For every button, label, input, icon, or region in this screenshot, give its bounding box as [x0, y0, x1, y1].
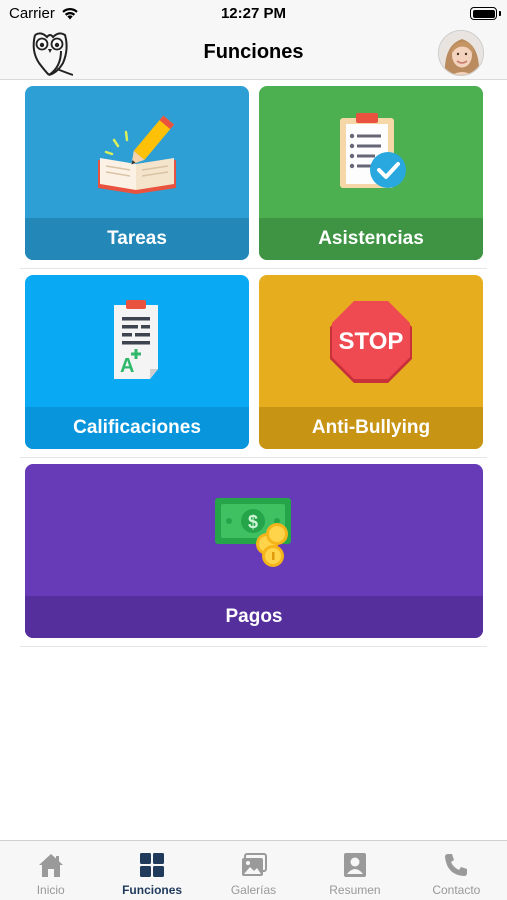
phone-icon	[445, 854, 468, 876]
tile-anti-bullying-label: Anti-Bullying	[259, 407, 483, 449]
grid-icon	[140, 853, 165, 877]
tab-inicio[interactable]: Inicio	[0, 841, 101, 900]
tile-tareas-label: Tareas	[25, 218, 249, 260]
page-title: Funciones	[203, 41, 304, 63]
tile-tareas[interactable]: Tareas	[25, 86, 249, 260]
tile-pagos-label: Pagos	[25, 596, 483, 638]
tile-asistencias-label: Asistencias	[259, 218, 483, 260]
tab-resumen-label: Resumen	[329, 883, 381, 897]
money-coins-icon: $	[215, 498, 291, 567]
notebook-pencil-icon	[98, 115, 176, 194]
tab-inicio-label: Inicio	[36, 883, 65, 897]
gallery-icon	[241, 853, 267, 876]
nav-bar: Funciones	[0, 26, 507, 80]
profile-card-icon	[343, 853, 366, 877]
tab-contacto[interactable]: Contacto	[406, 841, 507, 900]
tile-calificaciones-art: A	[25, 275, 249, 407]
status-bar: Carrier 12:27 PM	[0, 0, 507, 26]
tab-bar: Inicio Funciones Galerías Resumen Contac…	[0, 840, 507, 900]
tab-galerias-label: Galerías	[230, 883, 277, 897]
avatar[interactable]	[438, 30, 484, 76]
clipboard-check-icon	[340, 113, 406, 188]
tile-calificaciones[interactable]: A Calificaciones	[25, 275, 249, 449]
tile-tareas-art	[25, 86, 249, 218]
clock: 12:27 PM	[220, 5, 287, 22]
svg-text:STOP: STOP	[339, 328, 404, 355]
tile-asistencias-art	[259, 86, 483, 218]
user-photo-icon	[439, 31, 483, 75]
tab-funciones[interactable]: Funciones	[101, 841, 202, 900]
tile-pagos-art: $	[25, 464, 483, 596]
tile-anti-bullying-art: STOP	[259, 275, 483, 407]
tab-contacto-label: Contacto	[432, 883, 481, 897]
stop-sign-icon: STOP	[330, 301, 412, 383]
tab-galerias[interactable]: Galerías	[203, 841, 304, 900]
tile-anti-bullying[interactable]: STOP Anti-Bullying	[259, 275, 483, 449]
tab-resumen[interactable]: Resumen	[304, 841, 405, 900]
svg-text:$: $	[248, 512, 258, 532]
svg-text:A: A	[120, 355, 134, 377]
tile-calificaciones-label: Calificaciones	[25, 407, 249, 449]
home-icon	[38, 854, 63, 877]
graded-paper-icon: A	[114, 300, 158, 379]
battery-icon	[470, 7, 501, 20]
tab-funciones-label: Funciones	[122, 883, 183, 897]
tile-asistencias[interactable]: Asistencias	[259, 86, 483, 260]
tile-pagos[interactable]: $ Pagos	[25, 464, 483, 638]
